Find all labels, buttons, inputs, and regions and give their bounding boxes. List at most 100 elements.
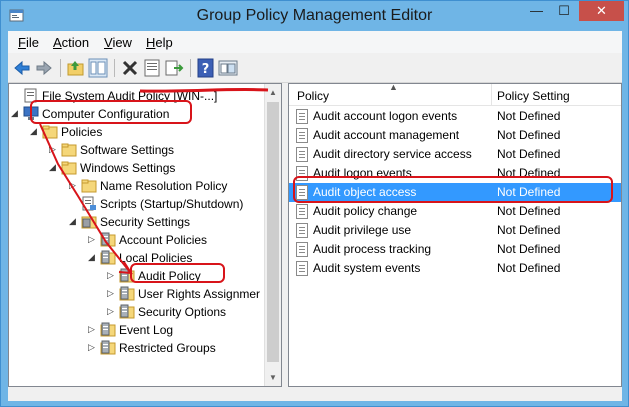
tree-item-label: Scripts (Startup/Shutdown) [100,197,244,211]
tree-item-computer-configuration[interactable]: ◢ Computer Configuration [9,105,265,123]
collapse-arrow-icon[interactable]: ◢ [49,162,58,173]
details-pane[interactable]: Policy ▲ Policy Setting Audit account lo… [288,83,622,387]
security-icon [81,216,97,229]
list-header: Policy ▲ Policy Setting [289,84,621,106]
expand-arrow-icon[interactable]: ▷ [107,270,116,281]
collapse-arrow-icon[interactable]: ◢ [69,216,78,227]
tree-item-local-policies[interactable]: ◢ Local Policies [9,249,265,267]
menu-file[interactable]: File [18,35,39,50]
expand-arrow-icon[interactable]: ▷ [69,180,78,191]
tree-item-policies[interactable]: ◢ Policies [9,123,265,141]
toolbar-separator [190,59,191,77]
delete-icon[interactable] [120,58,140,78]
menu-view[interactable]: View [104,35,132,50]
properties-icon[interactable] [142,58,162,78]
scroll-down-icon[interactable]: ▼ [265,369,281,386]
toolbar-separator [60,59,61,77]
tree-item-audit-policy[interactable]: ▷ Audit Policy [9,267,265,285]
policy-setting-icon [296,185,308,200]
column-header-policy[interactable]: Policy [297,89,329,103]
tree-item-software-settings[interactable]: ▷ Software Settings [9,141,265,159]
folder-icon [42,125,58,139]
forward-arrow-icon[interactable] [34,58,54,78]
help-icon[interactable]: ? [196,58,216,78]
close-button[interactable]: ✕ [579,1,624,21]
tree-item-root[interactable]: File System Audit Policy [WIN-...] [9,87,265,105]
tree-item-name-resolution-policy[interactable]: ▷ Name Resolution Policy [9,177,265,195]
policy-folder-icon [119,268,135,283]
expand-arrow-icon[interactable]: ▷ [88,342,97,353]
tree-item-label: File System Audit Policy [WIN-...] [42,89,218,103]
expand-arrow-icon[interactable]: ▷ [88,234,97,245]
policy-setting-value: Not Defined [497,109,561,123]
policy-row[interactable]: Audit account management Not Defined [289,126,621,145]
tree-item-label: Computer Configuration [42,107,170,121]
tree-item-restricted-groups[interactable]: ▷ Restricted Groups [9,339,265,357]
folder-icon [61,161,77,175]
policy-setting-icon [296,261,308,276]
policy-name: Audit account management [313,128,460,142]
policy-setting-value: Not Defined [497,185,561,199]
show-hide-tree-icon[interactable] [88,58,108,78]
folder-icon [61,143,77,157]
policy-setting-value: Not Defined [497,261,561,275]
policy-row[interactable]: Audit process tracking Not Defined [289,240,621,259]
tree-item-windows-settings[interactable]: ◢ Windows Settings [9,159,265,177]
tree-item-account-policies[interactable]: ▷ Account Policies [9,231,265,249]
svg-text:?: ? [202,62,210,77]
client-area: File Action View Help ? File System Audi… [8,31,622,401]
tree-item-label: Audit Policy [138,269,201,283]
tree-vertical-scrollbar[interactable]: ▲ ▼ [264,84,281,386]
mmc-icon[interactable] [218,58,238,78]
policy-row[interactable]: Audit privilege use Not Defined [289,221,621,240]
menu-view-label: View [104,35,132,50]
export-list-icon[interactable] [164,58,184,78]
policy-setting-value: Not Defined [497,128,561,142]
policy-setting-icon [296,242,308,257]
minimize-button[interactable]: — [523,1,550,21]
policy-setting-icon [296,147,308,162]
tree-item-label: User Rights Assignmer [138,287,261,301]
policy-row[interactable]: Audit account logon events Not Defined [289,107,621,126]
policy-folder-icon [100,322,116,337]
maximize-button[interactable]: ☐ [551,1,577,21]
scroll-up-icon[interactable]: ▲ [265,84,281,101]
expand-arrow-icon[interactable]: ▷ [107,306,116,317]
tree-item-event-log[interactable]: ▷ Event Log [9,321,265,339]
collapse-arrow-icon[interactable]: ◢ [88,252,97,263]
tree-item-label: Security Options [138,305,227,319]
menu-action[interactable]: Action [53,35,89,50]
policy-name: Audit privilege use [313,223,412,237]
collapse-arrow-icon[interactable]: ◢ [11,108,20,119]
policy-row[interactable]: Audit directory service access Not Define… [289,145,621,164]
policy-setting-value: Not Defined [497,147,561,161]
policy-folder-icon [100,250,116,265]
tree-item-user-rights-assignment[interactable]: ▷ User Rights Assignmer [9,285,265,303]
tree-item-security-options[interactable]: ▷ Security Options [9,303,265,321]
tree-item-security-settings[interactable]: ◢ Security Settings [9,213,265,231]
title-bar[interactable]: Group Policy Management Editor — ☐ ✕ [1,1,628,31]
tree-item-label: Name Resolution Policy [100,179,228,193]
up-folder-icon[interactable] [66,58,86,78]
expand-arrow-icon[interactable]: ▷ [107,288,116,299]
policy-row[interactable]: Audit system events Not Defined [289,259,621,278]
policy-row[interactable]: Audit logon events Not Defined [289,164,621,183]
column-divider[interactable] [491,84,492,106]
menu-help[interactable]: Help [146,35,173,50]
expand-arrow-icon[interactable]: ▷ [88,324,97,335]
back-arrow-icon[interactable] [12,58,32,78]
expand-arrow-icon[interactable]: ▷ [49,144,58,155]
console-tree[interactable]: File System Audit Policy [WIN-...] ◢ Compu… [8,83,282,387]
tree-item-scripts[interactable]: Scripts (Startup/Shutdown) [9,195,265,213]
collapse-arrow-icon[interactable]: ◢ [30,126,39,137]
policy-row[interactable]: Audit object access Not Defined [289,183,621,202]
policy-name: Audit system events [313,261,421,275]
policy-row[interactable]: Audit policy change Not Defined [289,202,621,221]
menu-file-label: File [18,35,39,50]
status-bar [8,387,622,401]
scrollbar-thumb[interactable] [267,102,279,362]
toolbar: ? [8,53,622,83]
policy-name: Audit directory service access [313,147,472,161]
column-header-policy-setting[interactable]: Policy Setting [497,89,570,103]
policy-name: Audit process tracking [313,242,432,256]
